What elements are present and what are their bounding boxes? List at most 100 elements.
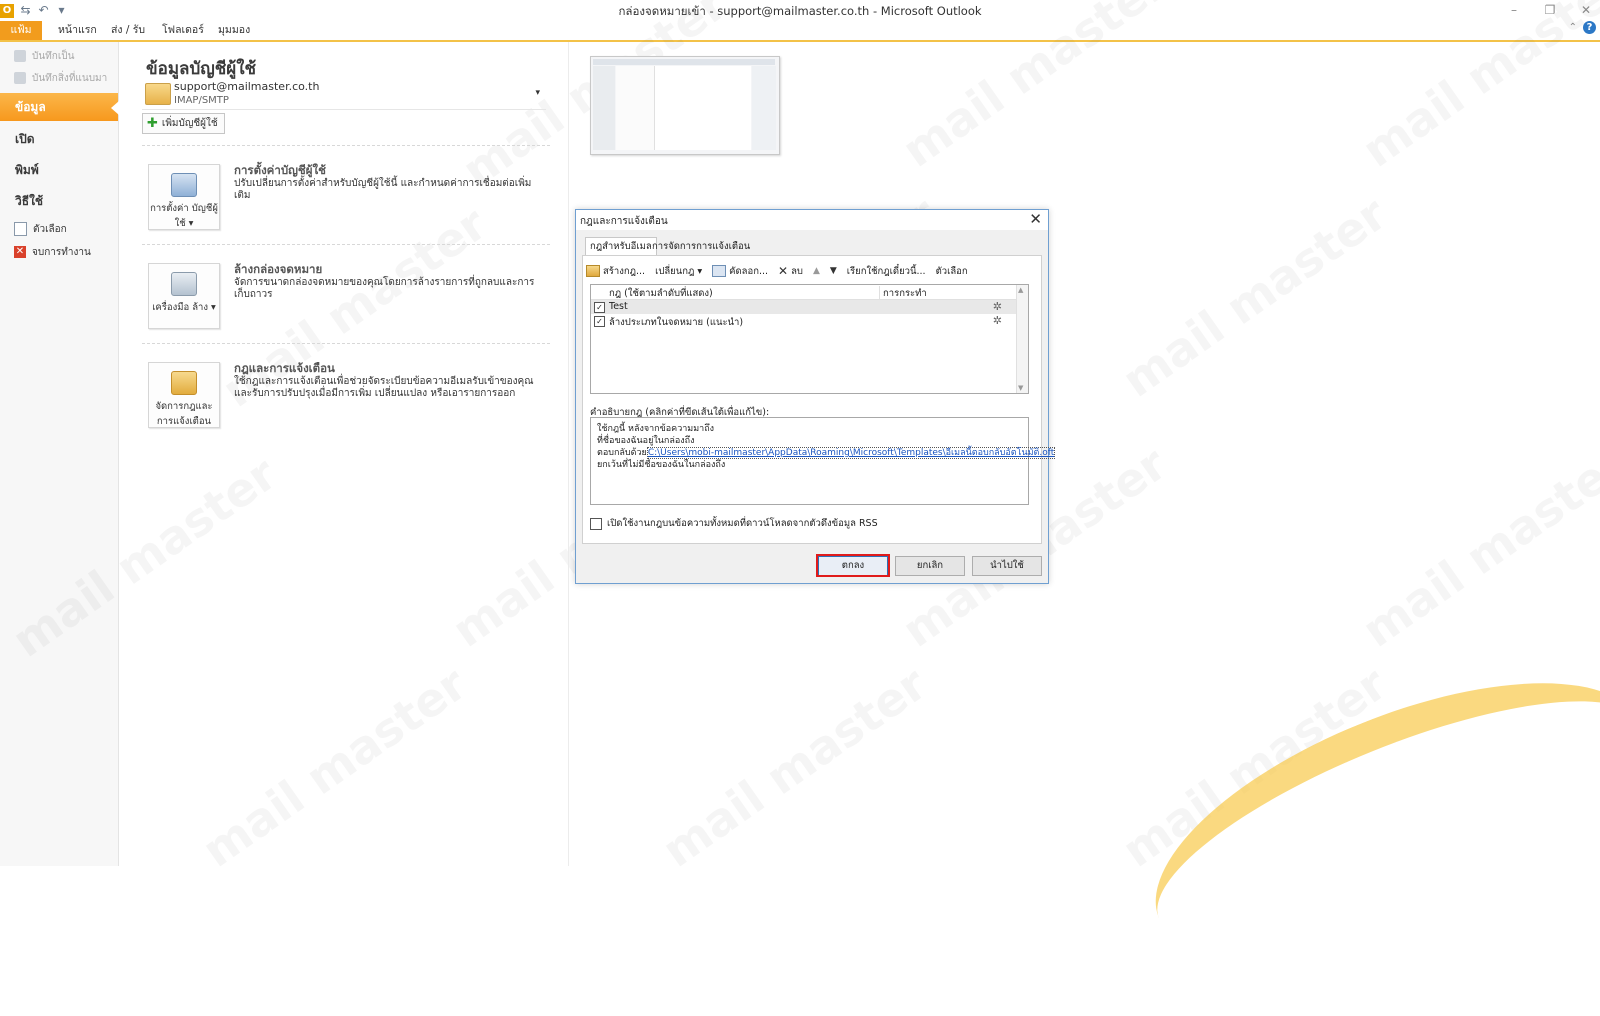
save-attachments-command[interactable]: บันทึกสิ่งที่แนบมา [14,69,107,87]
tab-manage-alerts[interactable]: การจัดการการแจ้งเตือน [648,238,754,255]
account-settings-button-label: การตั้งค่า บัญชีผู้ใช้ ▾ [150,203,218,229]
decorative-swoosh [1119,626,1600,1016]
tab-email-rules[interactable]: กฎสำหรับอีเมล [585,237,657,256]
save-as-command[interactable]: บันทึกเป็น [14,47,74,65]
exit-icon: ✕ [14,246,26,258]
options-icon [14,222,27,236]
title-bar: O ⇆ ↶ ▾ กล่องจดหมายเข้า - support@mailma… [0,0,1600,21]
sidebar-item-print[interactable]: พิมพ์ [0,156,118,184]
divider [142,145,550,146]
rule-name: ล้างประเภทในจดหมาย (แนะนำ) [609,317,744,328]
rss-rules-checkbox[interactable] [590,517,602,530]
options-command[interactable]: ตัวเลือก [14,220,67,238]
watermark: mail master [1112,186,1397,408]
dialog-title: กฎและการแจ้งเตือน [580,216,668,227]
delete-rule-button[interactable]: ✕ ลบ [778,264,803,279]
window-preview-thumbnail [590,56,780,155]
minimize-ribbon-icon[interactable]: ⌃ [1569,22,1577,33]
cleanup-tools-button[interactable]: เครื่องมือ ล้าง ▾ [148,263,220,329]
delete-icon: ✕ [778,264,789,278]
move-down-icon[interactable]: ▼ [830,266,837,276]
window-title: กล่องจดหมายเข้า - support@mailmaster.co.… [618,4,982,18]
copy-icon [712,265,727,277]
cleanup-tools-icon [171,272,197,296]
backstage-sidebar: บันทึกเป็น บันทึกสิ่งที่แนบมา ข้อมูล เปิ… [0,42,119,866]
rule-enabled-checkbox[interactable]: ✓ [594,316,605,327]
tab-view[interactable]: มุมมอง [218,21,250,40]
divider [142,244,550,245]
rule-action-icon: ✲ [992,300,1002,313]
rules-toolbar: สร้างกฎ... เปลี่ยนกฎ ▾ คัดลอก... ✕ ลบ ▲ … [586,262,968,280]
rule-action-icon: ✲ [992,314,1002,327]
panel-divider [568,42,569,866]
rule-row[interactable]: ✓ ล้างประเภทในจดหมาย (แนะนำ) ✲ [591,314,1016,328]
manage-rules-button[interactable]: จัดการกฎและ การแจ้งเตือน [148,362,220,428]
plus-icon: ✚ [147,116,158,131]
scroll-down-icon[interactable]: ▼ [1018,384,1023,392]
window-controls: – ❐ ✕ [1506,2,1594,18]
account-settings-desc: ปรับเปลี่ยนการตั้งค่าสำหรับบัญชีผู้ใช้นี… [234,178,532,201]
help-icon[interactable]: ? [1583,21,1596,34]
close-window-icon[interactable]: ✕ [1578,2,1594,18]
column-rule[interactable]: กฎ (ใช้ตามลำดับที่แสดง) [609,286,713,301]
divider [142,343,550,344]
account-selector[interactable]: support@mailmaster.co.th IMAP/SMTP ▾ [142,78,546,110]
sidebar-item-open[interactable]: เปิด [0,125,118,153]
change-rule-button[interactable]: เปลี่ยนกฎ ▾ [655,264,702,279]
dialog-title-bar: กฎและการแจ้งเตือน ✕ [576,210,1048,230]
tab-file[interactable]: แฟ้ม [0,21,42,40]
chevron-down-icon[interactable]: ▾ [535,88,540,98]
account-settings-button[interactable]: การตั้งค่า บัญชีผู้ใช้ ▾ [148,164,220,230]
rule-options-button[interactable]: ตัวเลือก [936,264,968,279]
save-as-label: บันทึกเป็น [32,50,75,62]
rules-alerts-icon [171,371,197,395]
options-label: ตัวเลือก [33,223,67,235]
account-info-panel: ข้อมูลบัญชีผู้ใช้ support@mailmaster.co.… [118,42,568,866]
ribbon-help-area: ⌃ ? [1569,21,1596,34]
move-up-icon[interactable]: ▲ [813,266,820,276]
sidebar-item-info[interactable]: ข้อมูล [0,93,119,121]
copy-rule-button[interactable]: คัดลอก... [712,264,768,279]
tab-folder[interactable]: โฟลเดอร์ [162,21,204,40]
watermark: mail master [652,656,937,878]
new-rule-icon [586,265,600,277]
account-email: support@mailmaster.co.th [174,80,320,93]
rules-scrollbar[interactable]: ▲ ▼ [1016,285,1028,393]
tab-home[interactable]: หน้าแรก [58,21,97,40]
ribbon-tabs: แฟ้ม หน้าแรก ส่ง / รับ โฟลเดอร์ มุมมอง [0,21,1600,42]
rule-enabled-checkbox[interactable]: ✓ [594,302,605,313]
save-icon [14,50,26,62]
attachment-icon [14,72,26,84]
account-type: IMAP/SMTP [174,95,229,106]
ok-button-highlight [816,554,890,577]
column-action[interactable]: การกระทำ [879,286,927,301]
new-rule-button[interactable]: สร้างกฎ... [586,264,645,279]
cancel-button[interactable]: ยกเลิก [895,556,965,576]
tab-send-receive[interactable]: ส่ง / รับ [111,21,145,40]
sidebar-item-help[interactable]: วิธีใช้ [0,187,118,215]
watermark: mail master [1352,436,1600,658]
copy-rule-label: คัดลอก... [729,265,769,277]
manage-rules-button-label: จัดการกฎและ การแจ้งเตือน [155,401,213,427]
account-settings-icon [171,173,197,197]
delete-rule-label: ลบ [791,265,803,277]
add-account-label: เพิ่มบัญชีผู้ใช้ [161,118,218,129]
rule-description-box: ใช้กฎนี้ หลังจากข้อความมาถึง ที่ชื่อของฉ… [590,417,1056,505]
add-account-button[interactable]: ✚ เพิ่มบัญชีผู้ใช้ [142,113,225,134]
rules-list-header: กฎ (ใช้ตามลำดับที่แสดง) การกระทำ [591,285,1016,301]
run-rules-now-button[interactable]: เรียกใช้กฎเดี๋ยวนี้... [847,264,926,279]
cleanup-tools-button-label: เครื่องมือ ล้าง ▾ [152,302,216,313]
rule-row[interactable]: ✓ Test ✲ [591,300,1016,314]
scroll-up-icon[interactable]: ▲ [1018,286,1023,294]
rule-name: Test [609,301,628,312]
restore-icon[interactable]: ❐ [1542,2,1558,18]
close-icon[interactable]: ✕ [1029,211,1042,228]
new-rule-label: สร้างกฎ... [603,265,646,277]
rss-rules-option[interactable]: เปิดใช้งานกฎบนข้อความทั้งหมดที่ดาวน์โหลด… [590,516,878,531]
apply-button[interactable]: นำไปใช้ [972,556,1042,576]
desc-line: ยกเว้นที่ไม่มีชื่อของฉันในกล่องถึง [597,460,726,470]
rules-alerts-dialog: กฎและการแจ้งเตือน ✕ กฎสำหรับอีเมล การจัด… [575,209,1056,584]
minimize-icon[interactable]: – [1506,2,1522,18]
exit-command[interactable]: ✕ จบการทำงาน [14,243,91,261]
save-attachments-label: บันทึกสิ่งที่แนบมา [32,72,108,84]
